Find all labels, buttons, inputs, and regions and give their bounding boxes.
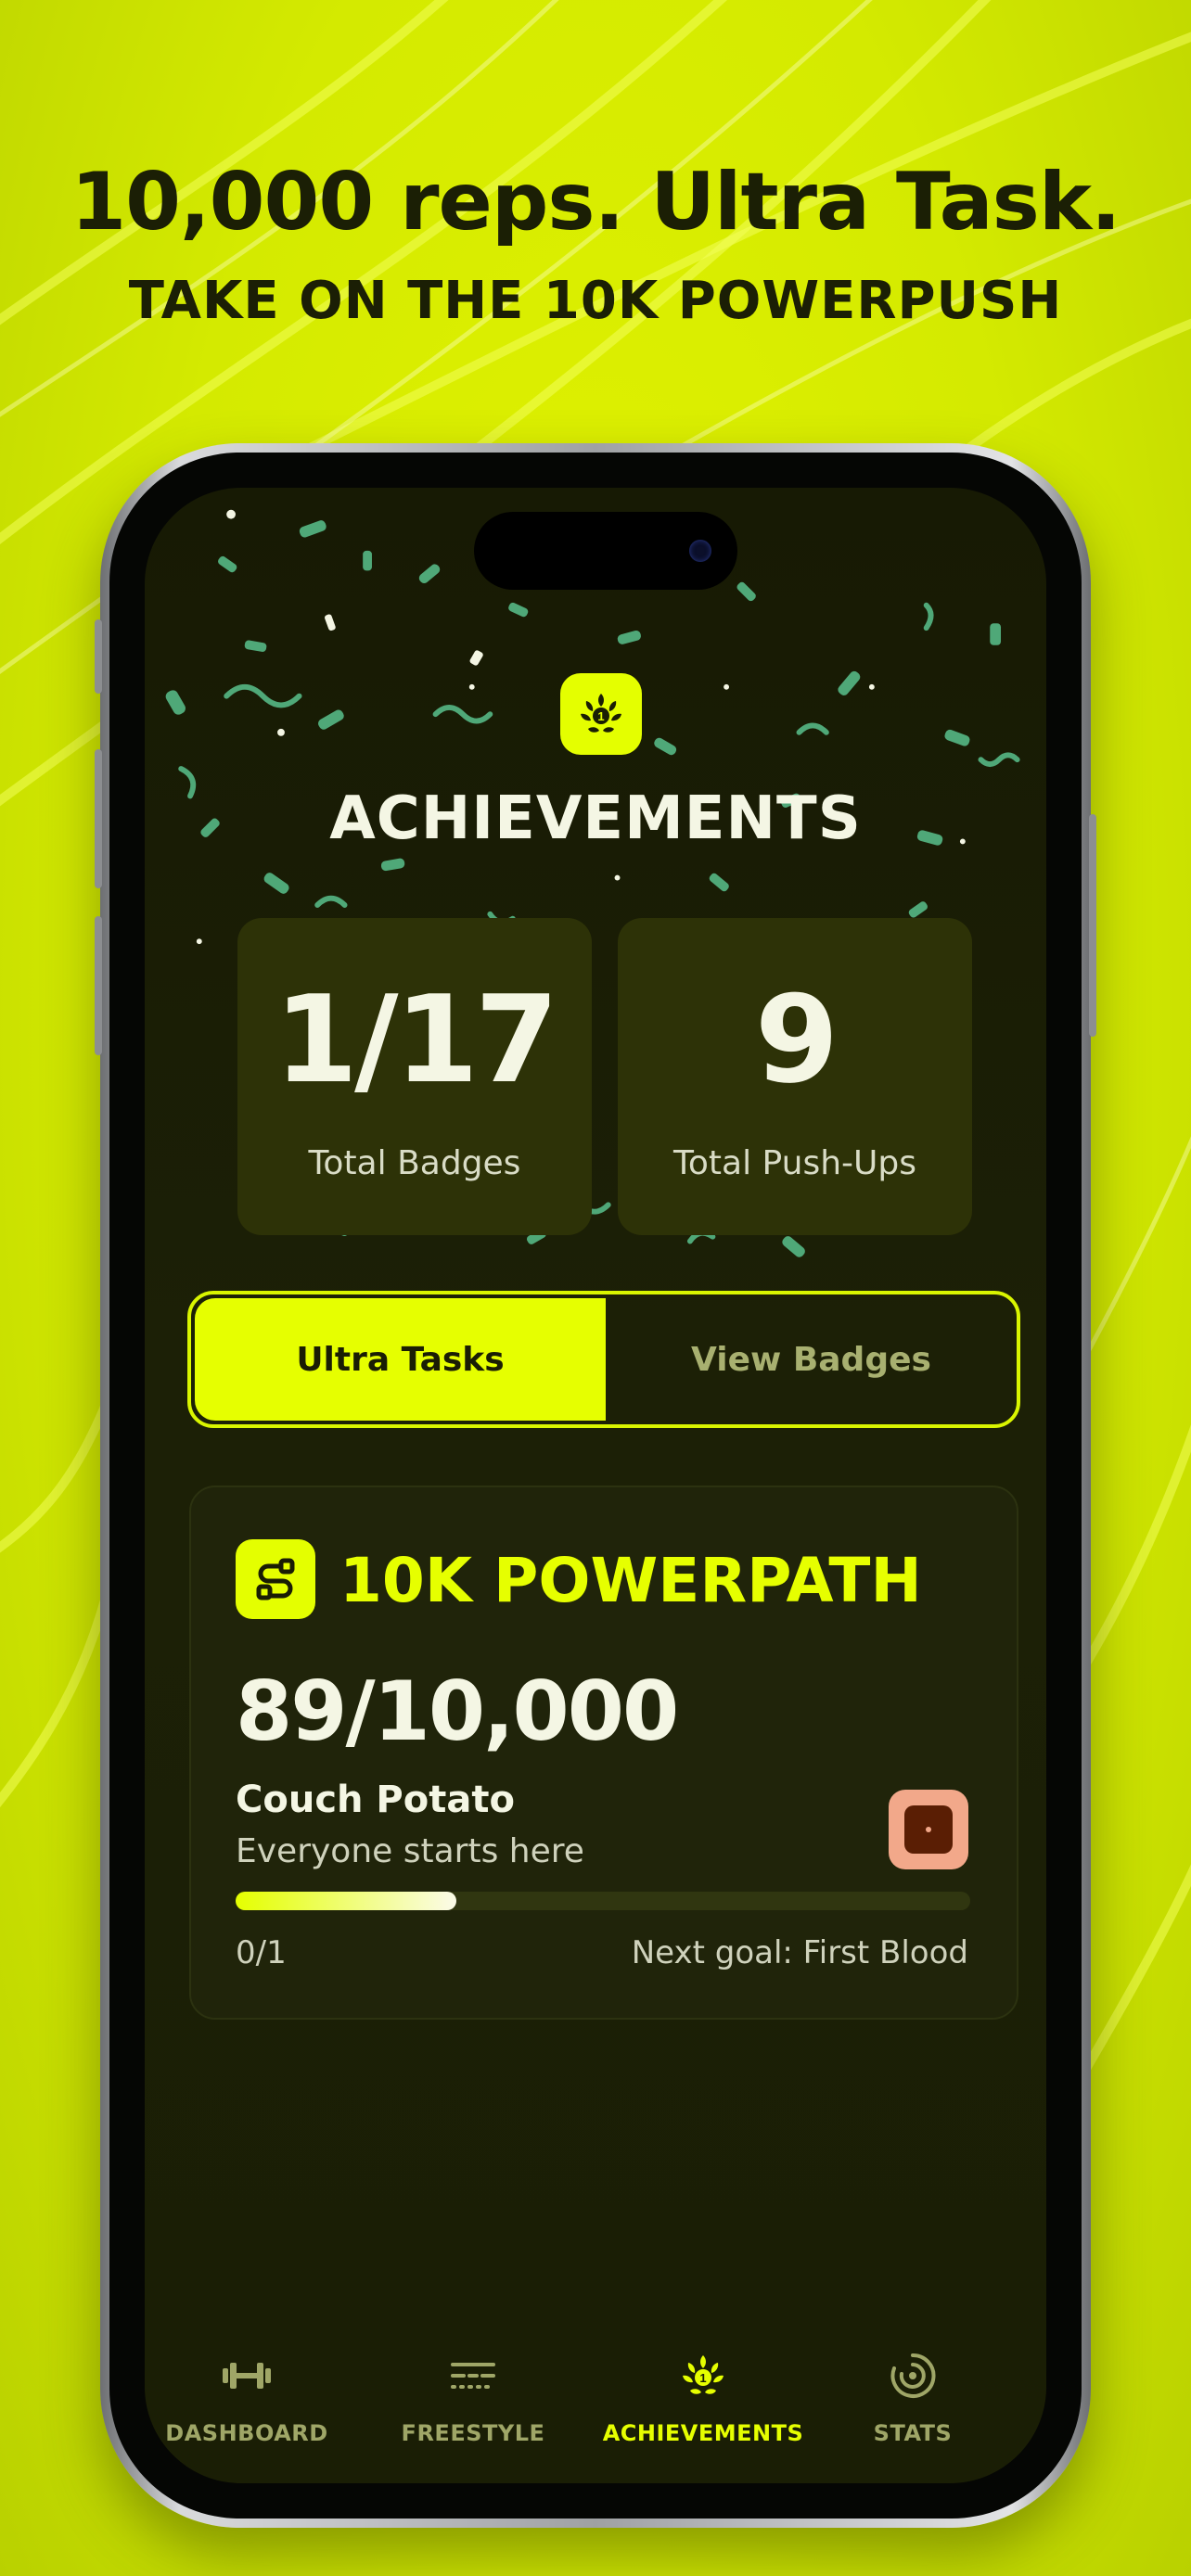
tab-dashboard[interactable]: DASHBOARD	[145, 2342, 349, 2446]
promo-subheadline: TAKE ON THE 10K POWERPUSH	[128, 271, 1063, 331]
progress-count: 0/1	[236, 1934, 287, 1971]
ultra-tasks-tab[interactable]: Ultra Tasks	[195, 1298, 606, 1421]
tab-achievements-label: ACHIEVEMENTS	[602, 2420, 804, 2446]
bottom-tab-bar: DASHBOARD FREESTYLE 1 ACHIEVEMENTS STATS	[145, 2342, 1046, 2483]
ultra-task-title: 10K POWERPATH	[339, 1545, 922, 1616]
total-pushups-label: Total Push-Ups	[673, 1144, 916, 1182]
path-route-icon	[236, 1539, 315, 1619]
phone-mockup: 1 ACHIEVEMENTS 1/17 Total Badges 9 Total…	[95, 443, 1096, 2528]
rank-description: Everyone starts here	[236, 1832, 584, 1870]
stats-target-icon	[811, 2342, 1015, 2409]
achievement-laurel-icon: 1	[601, 2342, 805, 2409]
dynamic-island	[474, 512, 737, 590]
svg-text:1: 1	[597, 709, 604, 723]
rank-badge-dot	[926, 1827, 931, 1832]
tab-stats-label: STATS	[873, 2420, 953, 2446]
tab-freestyle[interactable]: FREESTYLE	[371, 2342, 575, 2446]
stat-card-total-pushups: 9 Total Push-Ups	[618, 918, 972, 1235]
svg-text:1: 1	[699, 2371, 706, 2385]
rank-badge-inner	[904, 1805, 953, 1854]
phone-side-button	[95, 619, 102, 694]
total-badges-label: Total Badges	[308, 1144, 521, 1182]
tab-achievements[interactable]: 1 ACHIEVEMENTS	[601, 2342, 805, 2446]
ultra-task-count: 89/10,000	[236, 1664, 679, 1759]
phone-volume-up-button	[95, 749, 102, 888]
phone-volume-down-button	[95, 916, 102, 1055]
rank-progress-bar	[236, 1892, 970, 1910]
front-camera	[689, 540, 711, 562]
view-badges-tab[interactable]: View Badges	[606, 1294, 1017, 1424]
phone-bezel: 1 ACHIEVEMENTS 1/17 Total Badges 9 Total…	[109, 453, 1082, 2519]
tab-dashboard-label: DASHBOARD	[165, 2420, 328, 2446]
promo-headline: 10,000 reps. Ultra Task.	[70, 156, 1121, 249]
ultra-task-card[interactable]: 10K POWERPATH 89/10,000 Couch Potato Eve…	[189, 1486, 1018, 2020]
freestyle-lines-icon	[371, 2342, 575, 2409]
tab-stats[interactable]: STATS	[811, 2342, 1015, 2446]
achievement-laurel-icon: 1	[560, 673, 642, 755]
next-goal-label: Next goal: First Blood	[631, 1934, 968, 1971]
phone-power-button	[1089, 814, 1096, 1037]
view-segmented-control: Ultra Tasks View Badges	[187, 1291, 1020, 1428]
tab-freestyle-label: FREESTYLE	[401, 2420, 545, 2446]
rank-progress-fill	[236, 1892, 456, 1910]
total-pushups-value: 9	[754, 969, 839, 1110]
stat-card-total-badges: 1/17 Total Badges	[237, 918, 592, 1235]
total-badges-value: 1/17	[274, 969, 559, 1110]
dumbbell-icon	[145, 2342, 349, 2409]
rank-badge-icon	[889, 1790, 968, 1869]
app-screen: 1 ACHIEVEMENTS 1/17 Total Badges 9 Total…	[145, 488, 1046, 2483]
rank-name: Couch Potato	[236, 1779, 515, 1821]
page-title: ACHIEVEMENTS	[329, 784, 862, 853]
